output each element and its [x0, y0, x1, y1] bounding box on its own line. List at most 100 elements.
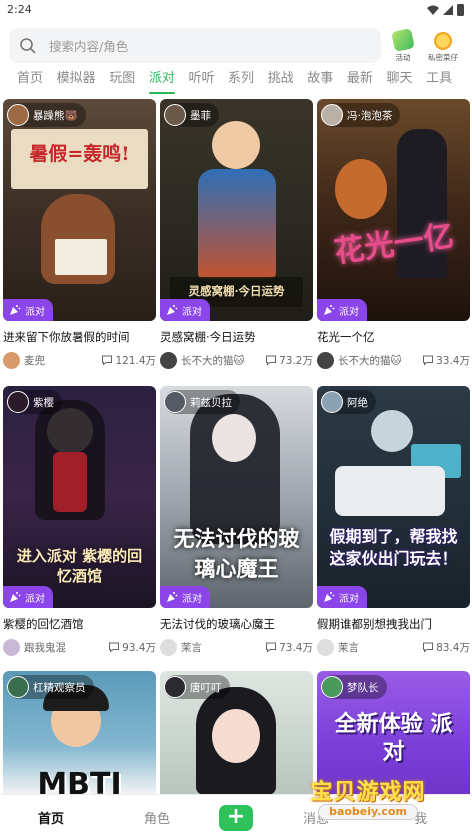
card-cover: 暑假=轰鸣! 暴躁熊🐻 派对 — [3, 99, 156, 321]
search-input[interactable]: 搜索内容/角色 — [9, 28, 381, 63]
card-user: 跟我鬼混 — [24, 641, 66, 654]
avatar — [321, 391, 343, 413]
card-title: 灵感窝棚·今日运势 — [160, 330, 256, 344]
card-author[interactable]: 梦队长 — [321, 675, 387, 699]
chat-count-value: 73.2万 — [279, 354, 313, 367]
avatar — [321, 104, 343, 126]
card-title: 花光一个亿 — [317, 330, 375, 344]
custom-button[interactable]: 私密菜仔 — [423, 30, 463, 64]
card-author[interactable]: 暴躁熊🐻 — [7, 103, 86, 127]
card-art-text: 假期到了，帮我找这家伙出门玩去！ — [329, 527, 458, 568]
activity-button[interactable]: 活动 — [383, 28, 423, 64]
chat-bubble-icon — [266, 355, 277, 366]
card-title: 进来留下你放暑假的时间 — [3, 330, 130, 344]
signal-icon — [443, 5, 453, 15]
card[interactable]: 暑假=轰鸣! 暴躁熊🐻 派对 进来留下你放暑假的时间 麦兜 121.4万 — [3, 99, 156, 369]
card-author[interactable]: 莉兹贝拉 — [164, 390, 240, 414]
card-meta: 长不大的猫🐱 73.2万 — [160, 351, 313, 369]
card-user: 长不大的猫🐱 — [338, 354, 402, 367]
chat-count: 93.4万 — [108, 640, 156, 655]
author-name: 墨菲 — [190, 109, 211, 122]
tab-story[interactable]: 故事 — [307, 68, 333, 94]
chat-count-value: 93.4万 — [122, 641, 156, 654]
create-button[interactable]: + — [219, 805, 253, 831]
chat-bubble-icon — [102, 355, 113, 366]
card-art-text: 进入派对 紫樱的回忆酒馆 — [16, 547, 143, 585]
author-name: 冯·泡泡茶 — [347, 109, 393, 122]
avatar — [3, 351, 20, 369]
card-author[interactable]: 唐叮叮 — [164, 675, 230, 699]
custom-icon — [433, 30, 453, 50]
party-badge: 派对 — [317, 586, 367, 608]
card-author[interactable]: 阿绝 — [321, 390, 376, 414]
tab-tools[interactable]: 工具 — [426, 68, 452, 94]
author-name: 阿绝 — [347, 396, 368, 409]
card[interactable]: 花光一亿 冯·泡泡茶 派对 花光一个亿 长不大的猫🐱 33.4万 — [317, 99, 470, 369]
card-author[interactable]: 冯·泡泡茶 — [321, 103, 401, 127]
card-meta: 茉言 83.4万 — [317, 638, 470, 656]
card-author[interactable]: 杠精观察员 — [7, 675, 94, 699]
tab-listen[interactable]: 听听 — [188, 68, 214, 94]
party-popper-icon — [167, 305, 178, 315]
avatar — [164, 676, 186, 698]
card-cover: MBTI 杠精观察员 — [3, 671, 156, 795]
chat-count: 73.4万 — [265, 640, 313, 655]
chat-count: 83.4万 — [422, 640, 470, 655]
card[interactable]: 无法讨伐的玻璃心魔王 莉兹贝拉 派对 无法讨伐的玻璃心魔王 茉言 73.4万 — [160, 386, 313, 656]
card-art-text: 无法讨伐的玻璃心魔王 — [173, 526, 300, 581]
card-cover: 进入派对 紫樱的回忆酒馆 紫樱 派对 — [3, 386, 156, 608]
nav-home[interactable]: 首页 — [38, 808, 64, 827]
card-art-text: 全新体验 派对 — [334, 712, 453, 765]
tab-series[interactable]: 系列 — [228, 68, 254, 94]
avatar — [164, 104, 186, 126]
card[interactable]: 进入派对 紫樱的回忆酒馆 紫樱 派对 紫樱的回忆酒馆 跟我鬼混 93.4万 — [3, 386, 156, 656]
party-label: 派对 — [25, 306, 45, 318]
status-icons — [427, 4, 464, 16]
chat-bubble-icon — [109, 642, 120, 653]
card[interactable]: MBTI 杠精观察员 — [3, 671, 156, 795]
nav-role[interactable]: 角色 — [144, 808, 170, 827]
party-badge: 派对 — [3, 586, 53, 608]
character-dress — [53, 452, 87, 512]
party-label: 派对 — [182, 306, 202, 318]
tab-challenge[interactable]: 挑战 — [268, 68, 294, 94]
party-popper-icon — [10, 305, 21, 315]
chat-bubble-icon — [423, 642, 434, 653]
avatar — [321, 676, 343, 698]
tab-latest[interactable]: 最新 — [347, 68, 373, 94]
blanket — [335, 466, 445, 516]
chat-count-value: 83.4万 — [436, 641, 470, 654]
tab-home[interactable]: 首页 — [17, 68, 43, 94]
card-title: 无法讨伐的玻璃心魔王 — [160, 617, 275, 631]
card-title: 假期谁都别想拽我出门 — [317, 617, 432, 631]
card[interactable]: 假期到了，帮我找这家伙出门玩去！ 阿绝 派对 假期谁都别想拽我出门 茉言 83.… — [317, 386, 470, 656]
party-popper-icon — [324, 592, 335, 602]
watermark-text: 宝贝游戏网 — [310, 780, 426, 805]
character-face — [212, 121, 260, 169]
avatar — [164, 391, 186, 413]
category-tabs: 首页 模拟器 玩图 派对 听听 系列 挑战 故事 最新 聊天 工具 — [0, 68, 472, 94]
avatar — [160, 351, 177, 369]
avatar — [7, 676, 29, 698]
watermark: 宝贝游戏网 baobeiy.com — [294, 774, 442, 828]
card[interactable]: 灵感窝棚·今日运势 墨菲 派对 灵感窝棚·今日运势 长不大的猫🐱 73.2万 — [160, 99, 313, 369]
custom-label: 私密菜仔 — [428, 53, 458, 62]
tab-party[interactable]: 派对 — [148, 68, 175, 94]
tab-image[interactable]: 玩图 — [109, 68, 135, 94]
character-face — [371, 410, 413, 452]
tab-chat[interactable]: 聊天 — [386, 68, 412, 94]
author-name: 杠精观察员 — [33, 681, 86, 694]
card-art-text: MBTI — [37, 767, 122, 795]
status-time: 2:24 — [7, 3, 32, 16]
card-author[interactable]: 紫樱 — [7, 390, 62, 414]
tab-simulator[interactable]: 模拟器 — [57, 68, 96, 94]
card-meta: 茉言 73.4万 — [160, 638, 313, 656]
card-author[interactable]: 墨菲 — [164, 103, 219, 127]
card-meta: 跟我鬼混 93.4万 — [3, 638, 156, 656]
character-face — [212, 709, 260, 763]
card[interactable]: 唐叮叮 — [160, 671, 313, 795]
party-label: 派对 — [25, 593, 45, 605]
card-art-text: 花光一亿 — [332, 218, 456, 271]
character-small — [335, 159, 387, 219]
card-cover: 花光一亿 冯·泡泡茶 派对 — [317, 99, 470, 321]
